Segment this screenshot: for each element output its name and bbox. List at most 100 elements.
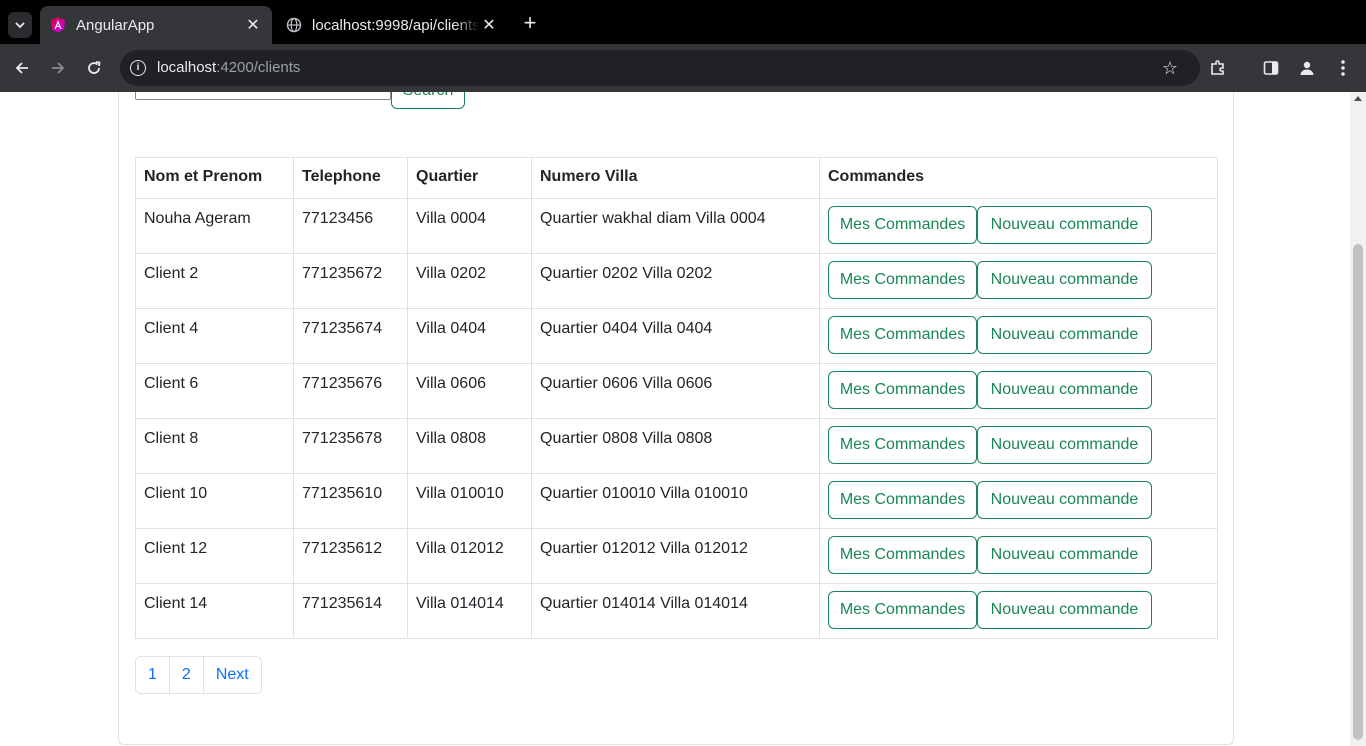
cell-numero-villa: Quartier 0404 Villa 0404 [531, 308, 820, 364]
column-header-quartier: Quartier [407, 157, 532, 199]
cell-quartier: Villa 010010 [407, 473, 532, 529]
mes-commandes-button[interactable]: Mes Commandes [828, 591, 977, 629]
nouveau-commande-button[interactable]: Nouveau commande [977, 206, 1152, 244]
page-viewport: Search Nom et Prenom Telephone Quartier … [0, 92, 1350, 746]
table-row: Nouha Ageram 77123456 Villa 0004 Quartier w… [135, 198, 1218, 254]
cell-telephone: 771235612 [293, 528, 408, 584]
browser-chrome: AngularApp ✕ localhost:9998/api/clients … [0, 0, 1366, 92]
table-row: Client 14 771235614 Villa 014014 Quartier 0… [135, 583, 1218, 639]
cell-numero-villa: Quartier wakhal diam Villa 0004 [531, 198, 820, 254]
table-header-row: Nom et Prenom Telephone Quartier Numero … [135, 157, 1218, 199]
commande-actions: Mes Commandes Nouveau commande [828, 426, 1209, 464]
cell-nom: Client 4 [135, 308, 294, 364]
next-page-link[interactable]: Next [202, 657, 261, 693]
cell-quartier: Villa 0004 [407, 198, 532, 254]
globe-icon [286, 17, 302, 33]
nouveau-commande-button[interactable]: Nouveau commande [977, 316, 1152, 354]
cell-commandes: Mes Commandes Nouveau commande [819, 583, 1218, 639]
vertical-scrollbar[interactable] [1350, 92, 1366, 746]
cell-numero-villa: Quartier 012012 Villa 012012 [531, 528, 820, 584]
tab-title: localhost:9998/api/clients [312, 16, 480, 34]
cell-nom: Client 8 [135, 418, 294, 474]
mes-commandes-button[interactable]: Mes Commandes [828, 316, 977, 354]
cell-nom: Nouha Ageram [135, 198, 294, 254]
column-header-numero-villa: Numero Villa [531, 157, 820, 199]
cell-telephone: 771235676 [293, 363, 408, 419]
cell-commandes: Mes Commandes Nouveau commande [819, 308, 1218, 364]
cell-quartier: Villa 0404 [407, 308, 532, 364]
nouveau-commande-button[interactable]: Nouveau commande [977, 261, 1152, 299]
tab-angularapp[interactable]: AngularApp ✕ [40, 6, 272, 44]
cell-commandes: Mes Commandes Nouveau commande [819, 418, 1218, 474]
extensions-puzzle-icon[interactable] [1206, 56, 1230, 80]
cell-telephone: 771235678 [293, 418, 408, 474]
mes-commandes-button[interactable]: Mes Commandes [828, 536, 977, 574]
back-arrow-icon[interactable] [10, 56, 34, 80]
forward-arrow-icon[interactable] [46, 56, 70, 80]
bookmark-star-icon[interactable]: ☆ [1158, 56, 1182, 80]
cell-quartier: Villa 0202 [407, 253, 532, 309]
kebab-menu-icon[interactable] [1331, 56, 1355, 80]
chevron-down-icon [15, 22, 25, 29]
column-header-commandes: Commandes [819, 157, 1218, 199]
cell-commandes: Mes Commandes Nouveau commande [819, 473, 1218, 529]
url-host: localhost [157, 59, 217, 76]
new-tab-plus-icon[interactable]: + [518, 12, 542, 36]
site-info-icon[interactable]: i [130, 60, 146, 76]
cell-quartier: Villa 012012 [407, 528, 532, 584]
nouveau-commande-button[interactable]: Nouveau commande [977, 481, 1152, 519]
pagination: 1 2 Next [135, 656, 262, 694]
search-input[interactable] [135, 92, 391, 100]
table-row: Client 10 771235610 Villa 010010 Quartier 0… [135, 473, 1218, 529]
tab-api-clients[interactable]: localhost:9998/api/clients ✕ [276, 6, 508, 44]
tab-strip: AngularApp ✕ localhost:9998/api/clients … [0, 0, 1366, 44]
scroll-up-arrow-icon[interactable] [1354, 96, 1362, 101]
table-row: Client 12 771235612 Villa 012012 Quartier 0… [135, 528, 1218, 584]
clients-table-body: Nouha Ageram 77123456 Villa 0004 Quartier w… [135, 198, 1218, 639]
table-row: Client 4 771235674 Villa 0404 Quartier 0404… [135, 308, 1218, 364]
cell-quartier: Villa 0606 [407, 363, 532, 419]
reload-icon[interactable] [82, 56, 106, 80]
commande-actions: Mes Commandes Nouveau commande [828, 591, 1209, 629]
cell-commandes: Mes Commandes Nouveau commande [819, 528, 1218, 584]
cell-telephone: 77123456 [293, 198, 408, 254]
close-tab-icon[interactable]: ✕ [244, 15, 262, 35]
url-path: :4200/clients [216, 59, 301, 76]
cell-nom: Client 14 [135, 583, 294, 639]
nouveau-commande-button[interactable]: Nouveau commande [977, 371, 1152, 409]
cell-telephone: 771235610 [293, 473, 408, 529]
column-header-telephone: Telephone [293, 157, 408, 199]
cell-nom: Client 2 [135, 253, 294, 309]
url-text: localhost:4200/clients [157, 59, 300, 76]
address-bar[interactable]: i localhost:4200/clients ☆ [120, 50, 1200, 86]
cell-telephone: 771235614 [293, 583, 408, 639]
cell-numero-villa: Quartier 0808 Villa 0808 [531, 418, 820, 474]
table-row: Client 8 771235678 Villa 0808 Quartier 0808… [135, 418, 1218, 474]
cell-telephone: 771235672 [293, 253, 408, 309]
commande-actions: Mes Commandes Nouveau commande [828, 481, 1209, 519]
page-link-1[interactable]: 1 [136, 657, 169, 693]
nouveau-commande-button[interactable]: Nouveau commande [977, 426, 1152, 464]
profile-avatar-icon[interactable] [1295, 56, 1319, 80]
mes-commandes-button[interactable]: Mes Commandes [828, 206, 977, 244]
nouveau-commande-button[interactable]: Nouveau commande [977, 536, 1152, 574]
scrollbar-thumb[interactable] [1353, 244, 1363, 740]
mes-commandes-button[interactable]: Mes Commandes [828, 371, 977, 409]
commande-actions: Mes Commandes Nouveau commande [828, 316, 1209, 354]
cell-commandes: Mes Commandes Nouveau commande [819, 198, 1218, 254]
table-row: Client 6 771235676 Villa 0606 Quartier 0606… [135, 363, 1218, 419]
nouveau-commande-button[interactable]: Nouveau commande [977, 591, 1152, 629]
cell-numero-villa: Quartier 0202 Villa 0202 [531, 253, 820, 309]
side-panel-icon[interactable] [1259, 56, 1283, 80]
clients-card: Search Nom et Prenom Telephone Quartier … [118, 92, 1234, 745]
browser-toolbar: i localhost:4200/clients ☆ [0, 44, 1366, 92]
mes-commandes-button[interactable]: Mes Commandes [828, 426, 977, 464]
tab-search-button[interactable] [8, 12, 32, 38]
search-button[interactable]: Search [391, 92, 465, 109]
cell-quartier: Villa 0808 [407, 418, 532, 474]
mes-commandes-button[interactable]: Mes Commandes [828, 481, 977, 519]
table-row: Client 2 771235672 Villa 0202 Quartier 0202… [135, 253, 1218, 309]
mes-commandes-button[interactable]: Mes Commandes [828, 261, 977, 299]
close-tab-icon[interactable]: ✕ [480, 15, 498, 35]
page-link-2[interactable]: 2 [168, 657, 203, 693]
